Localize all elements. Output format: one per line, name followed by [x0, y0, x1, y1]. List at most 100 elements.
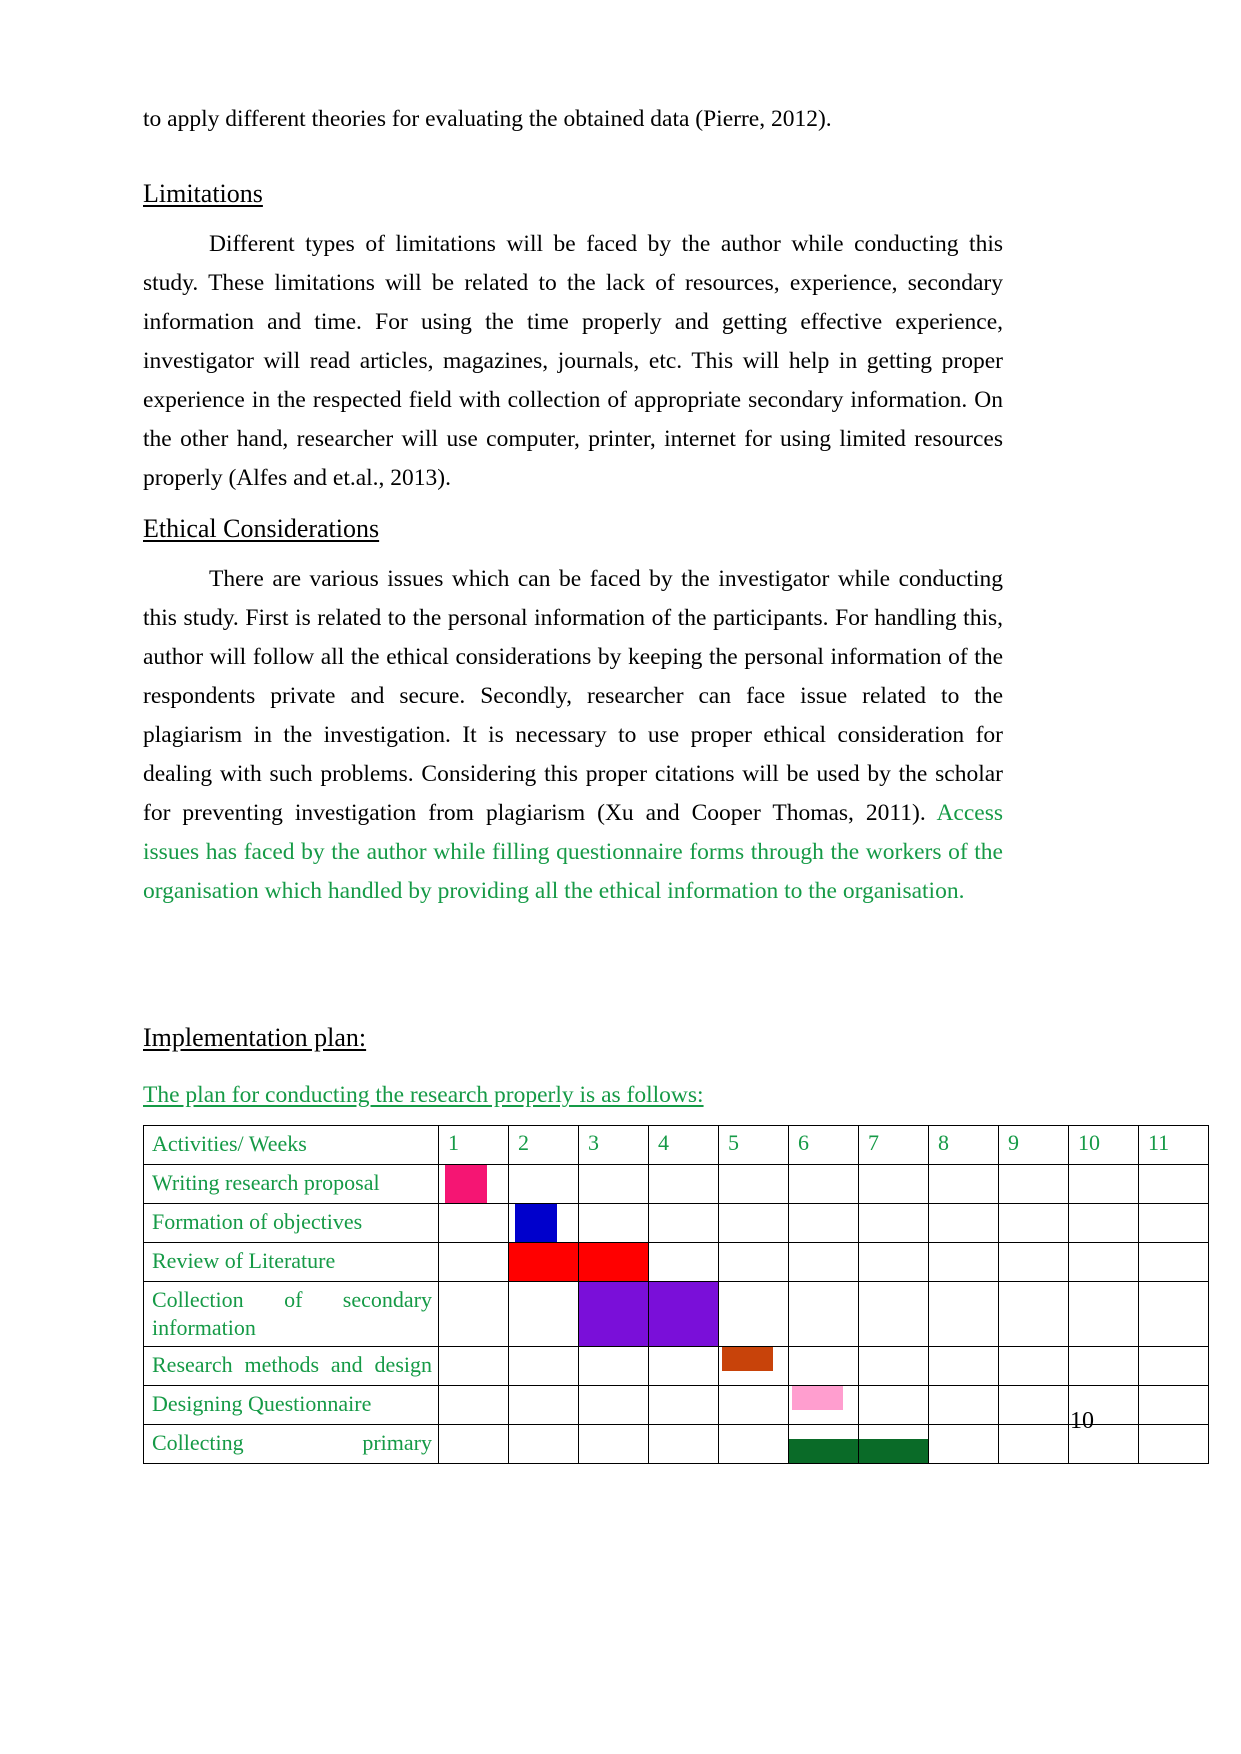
paragraph-ethical-black: There are various issues which can be fa…: [143, 566, 1003, 826]
gantt-cell-w4: [648, 1346, 719, 1386]
activity-label: Research methods and design: [143, 1346, 439, 1386]
column-header-week-7: 7: [858, 1125, 929, 1165]
gantt-cell-w1: [438, 1346, 509, 1386]
activity-label: Collection of secondary information: [143, 1281, 439, 1347]
heading-implementation-plan: Implementation plan:: [143, 1021, 1003, 1055]
gantt-cell-w6: [788, 1346, 859, 1386]
gantt-cell-w2: [508, 1203, 579, 1243]
gantt-cell-w6: [788, 1424, 859, 1464]
gantt-cell-w1: [438, 1281, 509, 1347]
gantt-cell-w8: [928, 1164, 999, 1204]
activity-label: Formation of objectives: [143, 1203, 439, 1243]
implementation-plan-table: Activities/ Weeks 1 2 3 4 5 6 7 8 9 10 1…: [143, 1125, 1209, 1464]
column-header-activities: Activities/ Weeks: [143, 1125, 439, 1165]
gantt-cell-w4: [648, 1242, 719, 1282]
gantt-cell-w3: [578, 1164, 649, 1204]
gantt-cell-w6: [788, 1281, 859, 1347]
gantt-cell-w6: [788, 1203, 859, 1243]
heading-limitations: Limitations: [143, 177, 1003, 211]
gantt-cell-w3: [578, 1203, 649, 1243]
gantt-cell-w2: [508, 1242, 579, 1282]
gantt-cell-w2: [508, 1346, 579, 1386]
table-header-row: Activities/ Weeks 1 2 3 4 5 6 7 8 9 10 1…: [143, 1125, 1209, 1165]
gantt-cell-w4: [648, 1281, 719, 1347]
gantt-cell-w5: [718, 1346, 789, 1386]
gantt-cell-w8: [928, 1203, 999, 1243]
gantt-cell-w1: [438, 1203, 509, 1243]
gantt-cell-w7: [858, 1203, 929, 1243]
table-row: Collection of secondary information: [143, 1281, 1209, 1347]
gantt-cell-w9: [998, 1164, 1069, 1204]
column-header-week-8: 8: [928, 1125, 999, 1165]
gantt-cell-w3: [578, 1281, 649, 1347]
gantt-cell-w6: [788, 1242, 859, 1282]
gantt-cell-w1: [438, 1385, 509, 1425]
table-body: Activities/ Weeks 1 2 3 4 5 6 7 8 9 10 1…: [143, 1125, 1209, 1464]
implementation-subtitle-text: The plan for conducting the research pro…: [143, 1082, 704, 1108]
heading-implementation-plan-text: Implementation plan:: [143, 1023, 367, 1052]
gantt-cell-w7: [858, 1281, 929, 1347]
gantt-cell-w5: [718, 1385, 789, 1425]
gantt-bar: [789, 1439, 858, 1463]
column-header-week-1: 1: [438, 1125, 509, 1165]
column-header-week-4: 4: [648, 1125, 719, 1165]
gantt-cell-w8: [928, 1424, 999, 1464]
gantt-cell-w8: [928, 1346, 999, 1386]
activity-label: Writing research proposal: [143, 1164, 439, 1204]
gantt-cell-w3: [578, 1242, 649, 1282]
gantt-cell-w1: [438, 1242, 509, 1282]
gantt-cell-w4: [648, 1424, 719, 1464]
gantt-bar: [579, 1282, 648, 1346]
gantt-cell-w5: [718, 1164, 789, 1204]
gantt-cell-w4: [648, 1385, 719, 1425]
gantt-cell-w7: [858, 1385, 929, 1425]
gantt-bar: [859, 1439, 928, 1463]
gantt-cell-w11: [1138, 1385, 1209, 1425]
activity-label: Collecting primary: [143, 1424, 439, 1464]
gantt-cell-w10: [1068, 1203, 1139, 1243]
table-row: Research methods and design: [143, 1346, 1209, 1386]
gantt-cell-w7: [858, 1242, 929, 1282]
gantt-cell-w9: [998, 1242, 1069, 1282]
gantt-cell-w9: [998, 1346, 1069, 1386]
paragraph-limitations: Different types of limitations will be f…: [143, 231, 1003, 491]
gantt-cell-w10: [1068, 1281, 1139, 1347]
gantt-cell-w7: [858, 1164, 929, 1204]
gantt-cell-w4: [648, 1164, 719, 1204]
table-row: Writing research proposal: [143, 1164, 1209, 1204]
gantt-cell-w8: [928, 1385, 999, 1425]
gantt-cell-w10: [1068, 1164, 1139, 1204]
heading-ethical-considerations: Ethical Considerations: [143, 512, 1003, 546]
page-number: 10: [1070, 1408, 1094, 1434]
column-header-week-3: 3: [578, 1125, 649, 1165]
column-header-week-2: 2: [508, 1125, 579, 1165]
gantt-cell-w10: [1068, 1346, 1139, 1386]
gantt-cell-w6: [788, 1164, 859, 1204]
gantt-cell-w9: [998, 1281, 1069, 1347]
gantt-bar: [649, 1282, 718, 1346]
gantt-cell-w9: [998, 1385, 1069, 1425]
document-page: to apply different theories for evaluati…: [0, 0, 1241, 1754]
column-header-week-5: 5: [718, 1125, 789, 1165]
gantt-bar: [514, 1204, 558, 1242]
table-row: Designing Questionnaire: [143, 1385, 1209, 1425]
gantt-cell-w1: [438, 1424, 509, 1464]
gantt-cell-w9: [998, 1424, 1069, 1464]
gantt-bar: [791, 1386, 843, 1410]
continued-paragraph: to apply different theories for evaluati…: [143, 106, 832, 132]
gantt-cell-w7: [858, 1346, 929, 1386]
table-row: Collecting primary: [143, 1424, 1209, 1464]
heading-ethical-considerations-text: Ethical Considerations: [143, 514, 380, 543]
gantt-cell-w5: [718, 1203, 789, 1243]
gantt-cell-w3: [578, 1385, 649, 1425]
implementation-subtitle: The plan for conducting the research pro…: [143, 1079, 1003, 1111]
gantt-bar: [579, 1243, 648, 1281]
gantt-cell-w5: [718, 1424, 789, 1464]
column-header-week-11: 11: [1138, 1125, 1209, 1165]
